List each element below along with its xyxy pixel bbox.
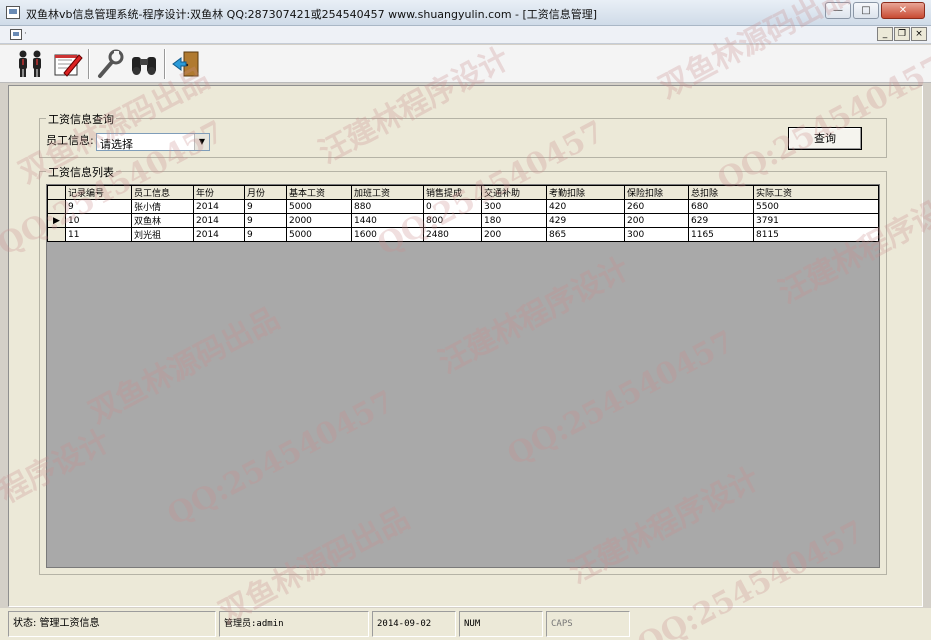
table-cell[interactable]: 8115 — [753, 227, 879, 242]
table-cell[interactable]: 11 — [65, 227, 132, 242]
mdi-controls: _ ❐ × — [877, 27, 927, 41]
mdi-minimize-button[interactable]: _ — [877, 27, 893, 41]
table-cell[interactable]: 2014 — [193, 213, 245, 228]
title-bar: 双鱼林vb信息管理系统-程序设计:双鱼林 QQ:287307421或254540… — [0, 0, 931, 26]
table-cell[interactable]: 3791 — [753, 213, 879, 228]
table-row[interactable]: 11 刘光祖 2014 9 5000 1600 2480 200 865 300… — [47, 227, 879, 242]
table-cell[interactable]: 2014 — [193, 227, 245, 242]
table-cell[interactable]: 680 — [688, 199, 754, 214]
minimize-button[interactable]: — — [825, 2, 851, 19]
table-cell[interactable]: 1165 — [688, 227, 754, 242]
table-cell[interactable]: 300 — [481, 199, 547, 214]
table-cell[interactable]: 刘光祖 — [131, 227, 194, 242]
table-cell[interactable]: 1440 — [351, 213, 424, 228]
mdi-menu-dot[interactable]: · — [24, 29, 27, 39]
table-cell[interactable]: 9 — [244, 213, 287, 228]
query-frame-title: 工资信息查询 — [46, 111, 116, 127]
table-cell[interactable]: 5000 — [286, 199, 352, 214]
column-header[interactable]: 保险扣除 — [624, 185, 689, 200]
employee-select[interactable]: 请选择 ▼ — [96, 133, 210, 151]
exit-door-icon[interactable] — [168, 49, 204, 79]
column-header[interactable]: 员工信息 — [131, 185, 194, 200]
column-header[interactable]: 实际工资 — [753, 185, 879, 200]
toolbar — [0, 45, 931, 83]
column-header[interactable]: 基本工资 — [286, 185, 352, 200]
salary-management-window: 工资信息查询 员工信息: 请选择 ▼ 查询 工资信息列表 记录编号 员工信息 年… — [8, 85, 923, 607]
chevron-down-icon[interactable]: ▼ — [194, 134, 209, 150]
app-icon[interactable] — [6, 6, 20, 19]
mdi-close-button[interactable]: × — [911, 27, 927, 41]
table-cell[interactable]: 260 — [624, 199, 689, 214]
column-header[interactable]: 记录编号 — [65, 185, 132, 200]
table-cell[interactable]: 10 — [65, 213, 132, 228]
table-cell[interactable]: 429 — [546, 213, 625, 228]
employee-select-value: 请选择 — [100, 138, 133, 151]
search-binoculars-icon[interactable] — [126, 49, 162, 79]
table-cell[interactable]: 张小倩 — [131, 199, 194, 214]
table-cell[interactable]: 2480 — [423, 227, 482, 242]
table-cell[interactable]: 5000 — [286, 227, 352, 242]
table-cell[interactable]: 800 — [423, 213, 482, 228]
table-cell[interactable]: 双鱼林 — [131, 213, 194, 228]
table-cell[interactable]: 880 — [351, 199, 424, 214]
status-date: 2014-09-02 — [372, 611, 456, 637]
close-button[interactable]: ✕ — [881, 2, 925, 19]
table-cell[interactable]: 200 — [481, 227, 547, 242]
salary-list-frame: 工资信息列表 记录编号 员工信息 年份 月份 基本工资 加班工资 销售提成 交通… — [39, 164, 887, 575]
mdi-child-icon[interactable] — [10, 29, 22, 40]
row-selector[interactable] — [47, 199, 66, 214]
table-cell[interactable]: 865 — [546, 227, 625, 242]
column-header[interactable]: 年份 — [193, 185, 245, 200]
column-header[interactable]: 销售提成 — [423, 185, 482, 200]
status-num-lock: NUM — [459, 611, 543, 637]
query-button[interactable]: 查询 — [788, 127, 862, 150]
list-frame-title: 工资信息列表 — [46, 164, 116, 180]
employees-icon[interactable] — [12, 49, 48, 79]
window-controls: — □ ✕ — [825, 2, 925, 19]
column-header[interactable]: 月份 — [244, 185, 287, 200]
table-row[interactable]: 9 张小倩 2014 9 5000 880 0 300 420 260 680 … — [47, 199, 879, 214]
toolbar-separator — [88, 49, 90, 79]
table-cell[interactable]: 9 — [65, 199, 132, 214]
table-cell[interactable]: 0 — [423, 199, 482, 214]
salary-query-frame: 工资信息查询 员工信息: 请选择 ▼ 查询 — [39, 111, 887, 158]
status-state: 状态: 管理工资信息 — [8, 611, 216, 637]
table-cell[interactable]: 5500 — [753, 199, 879, 214]
table-cell[interactable]: 629 — [688, 213, 754, 228]
table-cell[interactable]: 9 — [244, 199, 287, 214]
toolbar-separator — [164, 49, 166, 79]
table-cell[interactable]: 1600 — [351, 227, 424, 242]
table-cell[interactable]: 9 — [244, 227, 287, 242]
table-cell[interactable]: 300 — [624, 227, 689, 242]
column-header[interactable]: 加班工资 — [351, 185, 424, 200]
table-cell[interactable]: 2014 — [193, 199, 245, 214]
tools-icon[interactable] — [92, 49, 128, 79]
table-row-current[interactable]: ▶ 10 双鱼林 2014 9 2000 1440 800 180 429 20… — [47, 213, 879, 228]
column-header[interactable]: 总扣除 — [688, 185, 754, 200]
column-header[interactable]: 交通补助 — [481, 185, 547, 200]
status-admin: 管理员:admin — [219, 611, 369, 637]
current-row-arrow-icon[interactable]: ▶ — [47, 213, 66, 228]
table-cell[interactable]: 200 — [624, 213, 689, 228]
row-selector-header[interactable] — [47, 185, 66, 200]
status-caps-lock: CAPS — [546, 611, 630, 637]
salary-grid[interactable]: 记录编号 员工信息 年份 月份 基本工资 加班工资 销售提成 交通补助 考勤扣除… — [46, 184, 880, 568]
edit-record-icon[interactable] — [50, 49, 86, 79]
mdi-restore-button[interactable]: ❐ — [894, 27, 910, 41]
column-header[interactable]: 考勤扣除 — [546, 185, 625, 200]
window-title: 双鱼林vb信息管理系统-程序设计:双鱼林 QQ:287307421或254540… — [26, 8, 598, 21]
table-cell[interactable]: 420 — [546, 199, 625, 214]
table-cell[interactable]: 180 — [481, 213, 547, 228]
row-selector[interactable] — [47, 227, 66, 242]
employee-label: 员工信息: — [46, 134, 94, 147]
maximize-button[interactable]: □ — [853, 2, 879, 19]
mdi-child-bar: · _ ❐ × — [0, 26, 931, 44]
table-cell[interactable]: 2000 — [286, 213, 352, 228]
table-header-row: 记录编号 员工信息 年份 月份 基本工资 加班工资 销售提成 交通补助 考勤扣除… — [47, 185, 879, 200]
salary-table: 记录编号 员工信息 年份 月份 基本工资 加班工资 销售提成 交通补助 考勤扣除… — [47, 185, 879, 242]
status-bar: 状态: 管理工资信息 管理员:admin 2014-09-02 NUM CAPS — [0, 608, 931, 640]
